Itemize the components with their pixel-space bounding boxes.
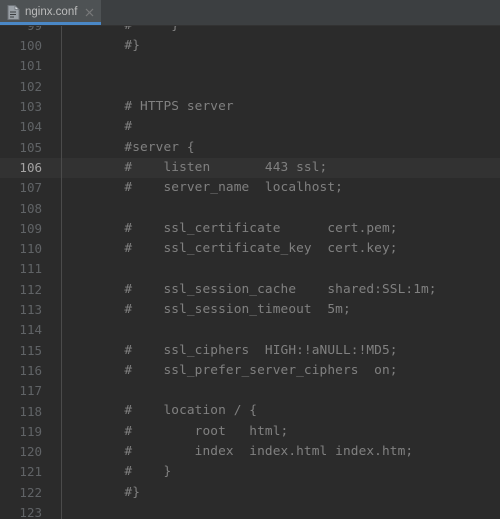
line-number[interactable]: 109 [0, 222, 52, 236]
line-number[interactable]: 123 [0, 507, 52, 519]
line-content[interactable]: # ssl_certificate cert.pem; [52, 222, 398, 236]
code-line[interactable]: 111 [0, 260, 500, 280]
code-line[interactable]: 112 # ssl_session_cache shared:SSL:1m; [0, 280, 500, 300]
line-number[interactable]: 100 [0, 40, 52, 53]
line-content[interactable]: # location / { [52, 405, 257, 418]
line-number[interactable]: 119 [0, 425, 52, 439]
file-icon [7, 5, 20, 20]
line-number[interactable]: 108 [0, 202, 52, 216]
code-line[interactable]: 102 [0, 77, 500, 97]
line-content[interactable]: #} [52, 486, 140, 500]
line-number[interactable]: 103 [0, 101, 52, 114]
line-number[interactable]: 118 [0, 405, 52, 419]
line-content[interactable]: # ssl_ciphers HIGH:!aNULL:!MD5; [52, 344, 398, 358]
tab-active-indicator [0, 22, 102, 25]
code-line[interactable]: 104 # [0, 117, 500, 137]
line-content[interactable]: # server_name localhost; [52, 181, 343, 195]
code-line[interactable]: 117 [0, 381, 500, 401]
line-content[interactable]: # ssl_prefer_server_ciphers on; [52, 364, 398, 378]
close-icon[interactable] [84, 7, 95, 18]
code-line-list: 99 # }100 #}101102103 # HTTPS server104 … [0, 26, 500, 519]
code-line[interactable]: 110 # ssl_certificate_key cert.key; [0, 239, 500, 259]
line-number[interactable]: 101 [0, 60, 52, 73]
line-content[interactable]: # ssl_session_cache shared:SSL:1m; [52, 283, 437, 297]
line-number[interactable]: 116 [0, 364, 52, 378]
line-number[interactable]: 105 [0, 141, 52, 155]
line-content[interactable]: # HTTPS server [52, 100, 234, 114]
editor-tab-bar: nginx.conf [0, 0, 500, 26]
line-number[interactable]: 115 [0, 344, 52, 358]
line-number[interactable]: 121 [0, 466, 52, 479]
code-line[interactable]: 100 #} [0, 36, 500, 56]
line-content[interactable]: # } [52, 26, 179, 33]
code-line[interactable]: 109 # ssl_certificate cert.pem; [0, 219, 500, 239]
line-number[interactable]: 113 [0, 304, 52, 317]
code-line[interactable]: 118 # location / { [0, 402, 500, 422]
line-number[interactable]: 112 [0, 283, 52, 297]
line-content[interactable]: #} [52, 39, 140, 53]
line-content[interactable]: # ssl_certificate_key cert.key; [52, 242, 398, 256]
code-line[interactable]: 115 # ssl_ciphers HIGH:!aNULL:!MD5; [0, 341, 500, 361]
line-number[interactable]: 114 [0, 324, 52, 337]
line-number[interactable]: 106 [0, 161, 52, 175]
line-number[interactable]: 117 [0, 385, 52, 398]
code-line[interactable]: 114 [0, 320, 500, 340]
line-number[interactable]: 104 [0, 121, 52, 134]
line-content[interactable]: # root html; [52, 425, 288, 439]
line-number[interactable]: 122 [0, 486, 52, 500]
tab-label: nginx.conf [25, 5, 78, 18]
code-line[interactable]: 121 # } [0, 463, 500, 483]
code-line[interactable]: 107 # server_name localhost; [0, 178, 500, 198]
line-content[interactable]: # ssl_session_timeout 5m; [52, 303, 351, 317]
code-line[interactable]: 116 # ssl_prefer_server_ciphers on; [0, 361, 500, 381]
tab-nginx-conf[interactable]: nginx.conf [0, 0, 102, 25]
code-line[interactable]: 113 # ssl_session_timeout 5m; [0, 300, 500, 320]
code-line[interactable]: 108 [0, 199, 500, 219]
code-line[interactable]: 99 # } [0, 26, 500, 36]
line-content[interactable]: # [52, 120, 132, 134]
line-content[interactable]: # listen 443 ssl; [52, 161, 327, 175]
code-line[interactable]: 106 # listen 443 ssl; [0, 158, 500, 179]
ide-window: nginx.conf 99 # }100 #}101102103 # HTTPS… [0, 0, 500, 519]
code-editor[interactable]: 99 # }100 #}101102103 # HTTPS server104 … [0, 26, 500, 519]
line-number[interactable]: 111 [0, 263, 52, 276]
code-line[interactable]: 123 [0, 503, 500, 519]
line-number[interactable]: 110 [0, 243, 52, 256]
code-line[interactable]: 103 # HTTPS server [0, 97, 500, 117]
code-line[interactable]: 101 [0, 57, 500, 77]
line-content[interactable]: #server { [52, 141, 195, 155]
code-line[interactable]: 122 #} [0, 483, 500, 503]
line-number[interactable]: 107 [0, 182, 52, 195]
code-line[interactable]: 105 #server { [0, 138, 500, 158]
line-number[interactable]: 102 [0, 80, 52, 94]
code-line[interactable]: 119 # root html; [0, 422, 500, 442]
code-line[interactable]: 120 # index index.html index.htm; [0, 442, 500, 462]
line-number[interactable]: 99 [0, 26, 52, 32]
line-number[interactable]: 120 [0, 446, 52, 459]
line-content[interactable]: # } [52, 465, 171, 479]
line-content[interactable]: # index index.html index.htm; [52, 445, 413, 459]
